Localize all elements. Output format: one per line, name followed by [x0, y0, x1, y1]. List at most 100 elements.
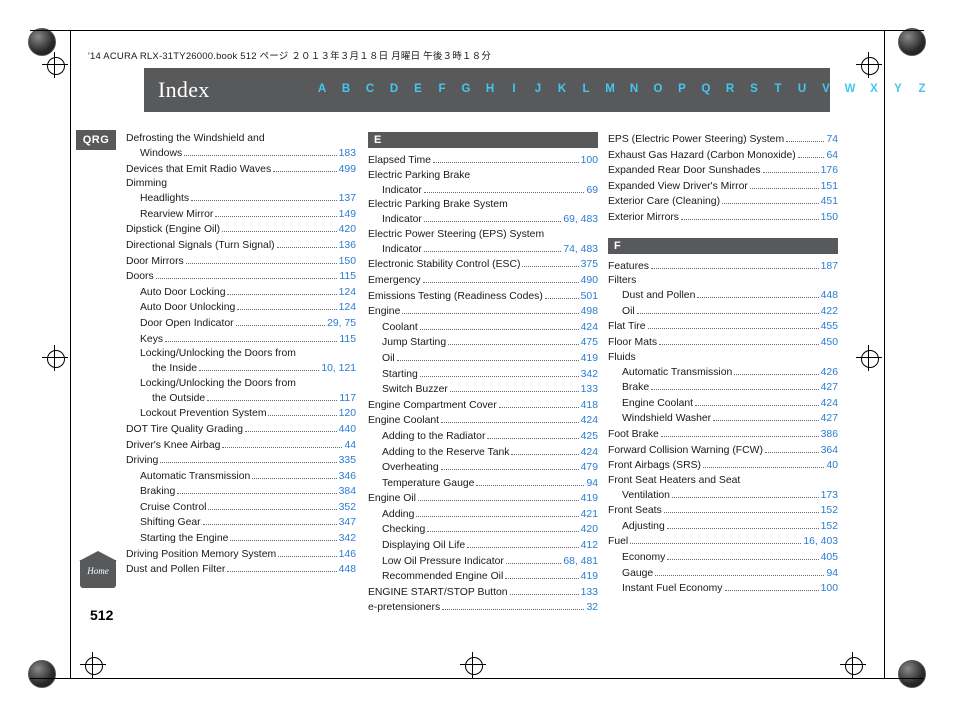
- alpha-nav-letter-r[interactable]: R: [718, 83, 742, 95]
- index-entry[interactable]: Instant Fuel Economy 100: [608, 581, 838, 597]
- index-entry[interactable]: Dipstick (Engine Oil) 420: [126, 222, 356, 238]
- index-entry[interactable]: Driving Position Memory System 146: [126, 547, 356, 563]
- index-entry[interactable]: Cruise Control 352: [126, 500, 356, 516]
- index-entry[interactable]: Shifting Gear 347: [126, 515, 356, 531]
- index-entry[interactable]: EPS (Electric Power Steering) System 74: [608, 132, 838, 148]
- home-button[interactable]: Home: [79, 551, 117, 588]
- alpha-nav-letter-y[interactable]: Y: [886, 83, 910, 95]
- index-entry[interactable]: Devices that Emit Radio Waves 499: [126, 162, 356, 178]
- alpha-nav-letter-x[interactable]: X: [862, 83, 886, 95]
- index-entry-page[interactable]: 100: [821, 581, 838, 597]
- index-entry[interactable]: the Inside 10, 121: [126, 361, 356, 377]
- index-entry-page[interactable]: 187: [821, 259, 838, 275]
- index-entry-page[interactable]: 115: [339, 269, 356, 285]
- alpha-nav-letter-l[interactable]: L: [574, 83, 598, 95]
- index-entry[interactable]: Expanded Rear Door Sunshades 176: [608, 163, 838, 179]
- index-entry-page[interactable]: 364: [821, 443, 838, 459]
- alpha-nav-letter-c[interactable]: C: [358, 83, 382, 95]
- index-entry-page[interactable]: 44: [344, 438, 356, 454]
- index-entry-page[interactable]: 120: [339, 406, 356, 422]
- index-entry-page[interactable]: 10, 121: [321, 361, 356, 377]
- index-entry-page[interactable]: 418: [581, 398, 598, 414]
- index-entry[interactable]: Electric Parking Brake: [368, 169, 598, 183]
- index-entry-page[interactable]: 152: [821, 503, 838, 519]
- index-entry-page[interactable]: 342: [339, 531, 356, 547]
- index-entry-page[interactable]: 475: [581, 335, 598, 351]
- index-entry-page[interactable]: 419: [581, 351, 598, 367]
- index-entry[interactable]: Windows 183: [126, 146, 356, 162]
- index-entry-page[interactable]: 422: [821, 304, 838, 320]
- alphabet-nav[interactable]: ABCDEFGHIJKLMNOPQRSTUVWXYZ: [310, 83, 934, 95]
- index-entry[interactable]: Checking 420: [368, 522, 598, 538]
- index-entry[interactable]: Headlights 137: [126, 191, 356, 207]
- index-entry-page[interactable]: 412: [581, 538, 598, 554]
- index-entry[interactable]: Jump Starting 475: [368, 335, 598, 351]
- index-entry-page[interactable]: 69, 483: [563, 212, 598, 228]
- index-entry-page[interactable]: 451: [821, 194, 838, 210]
- index-entry[interactable]: Exterior Care (Cleaning) 451: [608, 194, 838, 210]
- index-entry[interactable]: Locking/Unlocking the Doors from: [126, 347, 356, 361]
- index-entry[interactable]: Door Mirrors 150: [126, 254, 356, 270]
- index-entry[interactable]: Engine 498: [368, 304, 598, 320]
- index-entry-page[interactable]: 152: [821, 519, 838, 535]
- alpha-nav-letter-t[interactable]: T: [766, 83, 790, 95]
- index-entry-page[interactable]: 386: [821, 427, 838, 443]
- alpha-nav-letter-d[interactable]: D: [382, 83, 406, 95]
- index-entry[interactable]: Exhaust Gas Hazard (Carbon Monoxide) 64: [608, 148, 838, 164]
- index-entry-page[interactable]: 40: [826, 458, 838, 474]
- index-entry-page[interactable]: 498: [581, 304, 598, 320]
- index-entry[interactable]: Engine Oil 419: [368, 491, 598, 507]
- index-entry-page[interactable]: 455: [821, 319, 838, 335]
- index-entry[interactable]: Dust and Pollen 448: [608, 288, 838, 304]
- index-entry[interactable]: Indicator 69: [368, 183, 598, 199]
- index-entry[interactable]: Features 187: [608, 259, 838, 275]
- index-entry-page[interactable]: 74: [826, 132, 838, 148]
- index-entry[interactable]: Engine Compartment Cover 418: [368, 398, 598, 414]
- index-entry-page[interactable]: 501: [581, 289, 598, 305]
- index-entry-page[interactable]: 450: [821, 335, 838, 351]
- alpha-nav-letter-o[interactable]: O: [646, 83, 670, 95]
- index-entry[interactable]: Emissions Testing (Readiness Codes) 501: [368, 289, 598, 305]
- index-entry[interactable]: Foot Brake 386: [608, 427, 838, 443]
- alpha-nav-letter-w[interactable]: W: [838, 83, 862, 95]
- alpha-nav-letter-n[interactable]: N: [622, 83, 646, 95]
- index-entry-page[interactable]: 115: [339, 332, 356, 348]
- index-entry-page[interactable]: 124: [339, 300, 356, 316]
- index-entry[interactable]: DOT Tire Quality Grading 440: [126, 422, 356, 438]
- index-entry-page[interactable]: 384: [339, 484, 356, 500]
- index-entry-page[interactable]: 419: [581, 491, 598, 507]
- index-entry[interactable]: Filters: [608, 274, 838, 288]
- index-entry-page[interactable]: 346: [339, 469, 356, 485]
- index-entry-page[interactable]: 375: [581, 257, 598, 273]
- index-entry[interactable]: Gauge 94: [608, 566, 838, 582]
- index-entry[interactable]: Oil 422: [608, 304, 838, 320]
- index-entry-page[interactable]: 133: [581, 382, 598, 398]
- index-entry-page[interactable]: 424: [581, 445, 598, 461]
- index-entry[interactable]: Adding to the Radiator 425: [368, 429, 598, 445]
- index-entry-page[interactable]: 425: [581, 429, 598, 445]
- index-entry[interactable]: Elapsed Time 100: [368, 153, 598, 169]
- index-entry[interactable]: Engine Coolant 424: [608, 396, 838, 412]
- index-entry-page[interactable]: 427: [821, 411, 838, 427]
- index-entry-page[interactable]: 32: [586, 600, 598, 616]
- index-entry[interactable]: Forward Collision Warning (FCW) 364: [608, 443, 838, 459]
- index-entry-page[interactable]: 124: [339, 285, 356, 301]
- alpha-nav-letter-i[interactable]: I: [502, 83, 526, 95]
- index-entry[interactable]: Electronic Stability Control (ESC) 375: [368, 257, 598, 273]
- index-entry-page[interactable]: 424: [581, 413, 598, 429]
- index-entry-page[interactable]: 448: [821, 288, 838, 304]
- alpha-nav-letter-f[interactable]: F: [430, 83, 454, 95]
- index-entry-page[interactable]: 100: [581, 153, 598, 169]
- index-entry[interactable]: Fluids: [608, 351, 838, 365]
- alpha-nav-letter-g[interactable]: G: [454, 83, 478, 95]
- alpha-nav-letter-p[interactable]: P: [670, 83, 694, 95]
- index-entry[interactable]: Emergency 490: [368, 273, 598, 289]
- index-entry[interactable]: Fuel 16, 403: [608, 534, 838, 550]
- index-entry-page[interactable]: 136: [339, 238, 356, 254]
- index-entry-page[interactable]: 335: [339, 453, 356, 469]
- index-entry[interactable]: Floor Mats 450: [608, 335, 838, 351]
- qrg-tab[interactable]: QRG: [76, 130, 116, 150]
- index-entry[interactable]: Low Oil Pressure Indicator 68, 481: [368, 554, 598, 570]
- index-entry[interactable]: Defrosting the Windshield and: [126, 132, 356, 146]
- index-entry[interactable]: Door Open Indicator 29, 75: [126, 316, 356, 332]
